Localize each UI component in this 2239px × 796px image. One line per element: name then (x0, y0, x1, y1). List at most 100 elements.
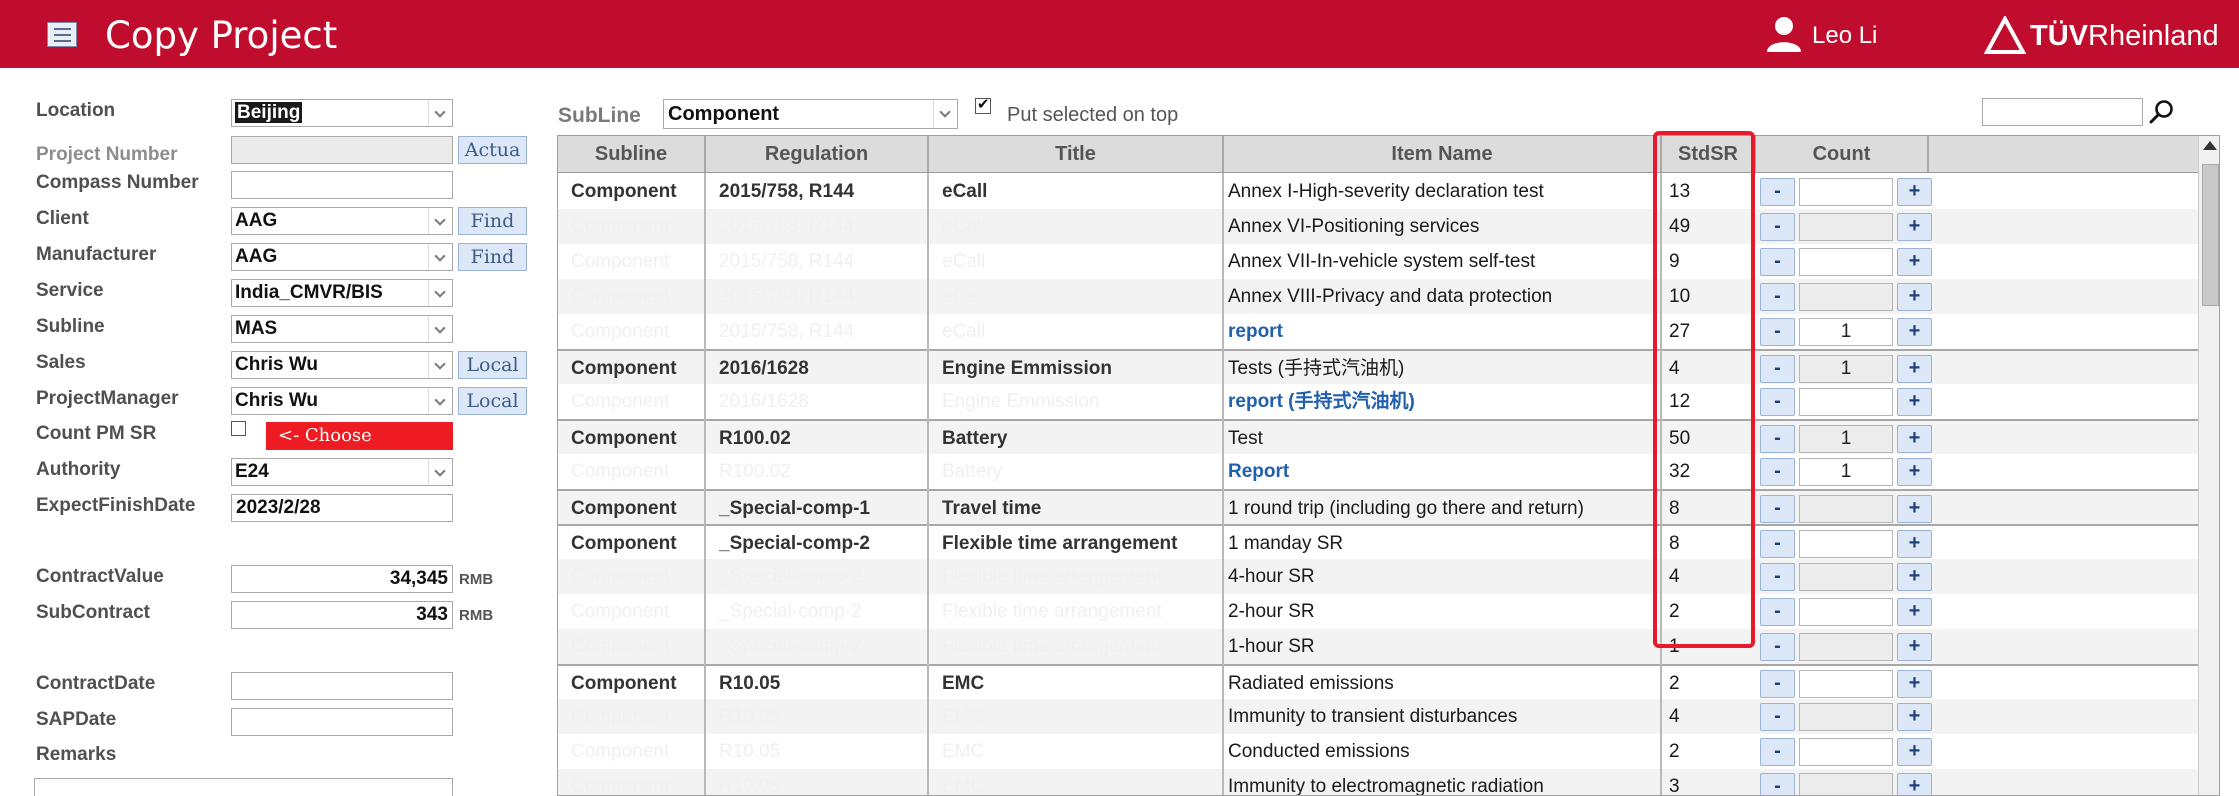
table-row[interactable]: Component _Special-comp-2 Flexible time ar… (558, 629, 2198, 664)
chevron-down-icon[interactable] (428, 208, 452, 234)
count-input[interactable]: 1 (1799, 425, 1893, 453)
sub-contract-input[interactable]: 343 (231, 601, 453, 629)
table-row[interactable]: Component 2016/1628 Engine Emmission report… (558, 384, 2198, 419)
decrement-button[interactable]: - (1760, 248, 1795, 276)
count-input[interactable] (1799, 283, 1893, 311)
put-on-top-checkbox[interactable] (975, 95, 991, 114)
search-input[interactable] (1982, 98, 2143, 126)
sap-date-input[interactable] (231, 708, 453, 736)
table-row[interactable]: Component 2015/758, R144 eCall Annex I-High… (558, 174, 2198, 209)
find-manufacturer-button[interactable]: Find (458, 243, 527, 271)
chevron-down-icon[interactable] (428, 316, 452, 342)
chevron-down-icon[interactable] (428, 100, 452, 126)
chevron-down-icon[interactable] (933, 100, 957, 128)
count-input[interactable] (1799, 178, 1893, 206)
decrement-button[interactable]: - (1760, 283, 1795, 311)
increment-button[interactable]: + (1897, 283, 1932, 311)
local-sales-button[interactable]: Local (458, 351, 527, 379)
table-row[interactable]: Component _Special-comp-1 Travel time 1 rou… (558, 489, 2198, 524)
count-input[interactable] (1799, 598, 1893, 626)
increment-button[interactable]: + (1897, 530, 1932, 558)
increment-button[interactable]: + (1897, 773, 1932, 795)
count-input[interactable]: 1 (1799, 355, 1893, 383)
chevron-down-icon[interactable] (428, 459, 452, 485)
count-input[interactable] (1799, 495, 1893, 523)
count-input[interactable] (1799, 388, 1893, 416)
vertical-scrollbar[interactable] (2198, 136, 2219, 795)
table-row[interactable]: Component 2016/1628 Engine Emmission Tests … (558, 349, 2198, 384)
table-row[interactable]: Component R10.05 EMC Conducted emissions 2 - + (558, 734, 2198, 769)
authority-select[interactable]: E24 (231, 458, 453, 486)
table-row[interactable]: Component 2015/758, R144 eCall Annex VIII-P… (558, 279, 2198, 314)
increment-button[interactable]: + (1897, 388, 1932, 416)
decrement-button[interactable]: - (1760, 355, 1795, 383)
count-input[interactable] (1799, 530, 1893, 558)
compass-number-input[interactable] (231, 171, 453, 199)
user-name[interactable]: Leo Li (1812, 22, 1877, 50)
column-header-regulation[interactable]: Regulation (706, 136, 929, 172)
choose-button[interactable]: <- Choose (266, 422, 453, 450)
table-row[interactable]: Component _Special-comp-2 Flexible time ar… (558, 594, 2198, 629)
increment-button[interactable]: + (1897, 213, 1932, 241)
column-header-count[interactable]: Count (1756, 136, 1929, 172)
decrement-button[interactable]: - (1760, 388, 1795, 416)
increment-button[interactable]: + (1897, 248, 1932, 276)
service-select[interactable]: India_CMVR/BIS (231, 279, 453, 307)
menu-icon[interactable] (47, 22, 77, 47)
column-header-title[interactable]: Title (929, 136, 1224, 172)
count-input[interactable] (1799, 703, 1893, 731)
decrement-button[interactable]: - (1760, 738, 1795, 766)
column-header-item-name[interactable]: Item Name (1224, 136, 1662, 172)
increment-button[interactable]: + (1897, 633, 1932, 661)
count-input[interactable] (1799, 563, 1893, 591)
increment-button[interactable]: + (1897, 670, 1932, 698)
decrement-button[interactable]: - (1760, 458, 1795, 486)
chevron-down-icon[interactable] (428, 352, 452, 378)
decrement-button[interactable]: - (1760, 318, 1795, 346)
chevron-down-icon[interactable] (428, 244, 452, 270)
contract-value-input[interactable]: 34,345 (231, 565, 453, 593)
decrement-button[interactable]: - (1760, 773, 1795, 795)
decrement-button[interactable]: - (1760, 495, 1795, 523)
actual-button[interactable]: Actua (458, 136, 527, 164)
increment-button[interactable]: + (1897, 425, 1932, 453)
column-header-stdsr[interactable]: StdSR (1662, 136, 1756, 172)
remarks-textarea[interactable] (34, 778, 453, 796)
table-row[interactable]: Component R10.05 EMC Immunity to electromag… (558, 769, 2198, 795)
item-name-cell[interactable]: report (1224, 314, 1660, 349)
count-pm-sr-checkbox[interactable] (231, 421, 246, 436)
location-select[interactable]: Beijing (231, 99, 453, 127)
decrement-button[interactable]: - (1760, 598, 1795, 626)
decrement-button[interactable]: - (1760, 178, 1795, 206)
increment-button[interactable]: + (1897, 355, 1932, 383)
table-row[interactable]: Component R100.02 Battery Test 50 -1 + (558, 419, 2198, 454)
table-row[interactable]: Component 2015/758, R144 eCall Annex VI-Pos… (558, 209, 2198, 244)
table-row[interactable]: Component R10.05 EMC Immunity to transient … (558, 699, 2198, 734)
scroll-up-arrow-icon[interactable] (2203, 141, 2217, 150)
search-icon[interactable] (2148, 98, 2176, 126)
decrement-button[interactable]: - (1760, 633, 1795, 661)
client-select[interactable]: AAG (231, 207, 453, 235)
increment-button[interactable]: + (1897, 458, 1932, 486)
scrollbar-thumb[interactable] (2202, 164, 2219, 306)
decrement-button[interactable]: - (1760, 425, 1795, 453)
item-name-cell[interactable]: report (手持式汽油机) (1224, 384, 1660, 419)
manufacturer-select[interactable]: AAG (231, 243, 453, 271)
decrement-button[interactable]: - (1760, 530, 1795, 558)
count-input[interactable] (1799, 773, 1893, 795)
increment-button[interactable]: + (1897, 178, 1932, 206)
decrement-button[interactable]: - (1760, 563, 1795, 591)
grid-subline-select[interactable]: Component (663, 99, 958, 129)
increment-button[interactable]: + (1897, 598, 1932, 626)
count-input[interactable] (1799, 633, 1893, 661)
item-name-cell[interactable]: Report (1224, 454, 1660, 489)
decrement-button[interactable]: - (1760, 670, 1795, 698)
increment-button[interactable]: + (1897, 318, 1932, 346)
count-input[interactable]: 1 (1799, 458, 1893, 486)
count-input[interactable] (1799, 738, 1893, 766)
table-row[interactable]: Component _Special-comp-2 Flexible time ar… (558, 524, 2198, 559)
count-input[interactable] (1799, 248, 1893, 276)
decrement-button[interactable]: - (1760, 213, 1795, 241)
local-pm-button[interactable]: Local (458, 387, 527, 415)
table-row[interactable]: Component _Special-comp-2 Flexible time ar… (558, 559, 2198, 594)
